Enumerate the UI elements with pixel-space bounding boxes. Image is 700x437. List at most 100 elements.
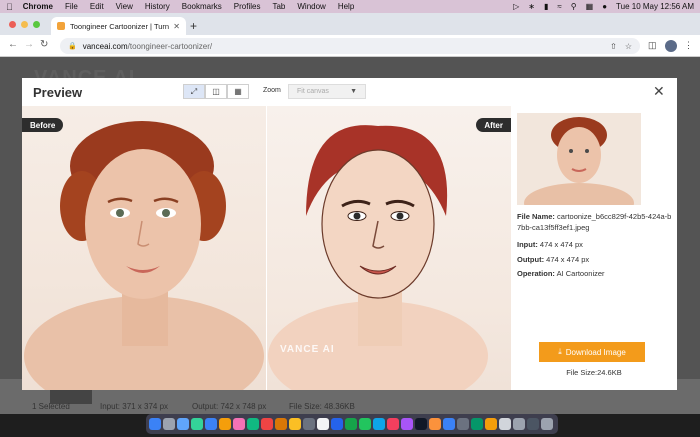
- trash-icon[interactable]: [541, 418, 553, 430]
- calendar-icon[interactable]: [261, 418, 273, 430]
- app-store-icon[interactable]: [443, 418, 455, 430]
- close-modal-icon[interactable]: ✕: [653, 83, 665, 100]
- url-field[interactable]: 🔒 vanceai.com/toongineer-cartoonizer/ ⇧ …: [60, 38, 640, 54]
- menu-bookmarks[interactable]: Bookmarks: [182, 2, 222, 11]
- sidebar-icon[interactable]: ◫: [648, 40, 657, 51]
- podcasts-icon[interactable]: [401, 418, 413, 430]
- menu-edit[interactable]: Edit: [90, 2, 104, 11]
- zoom-select[interactable]: Fit canvas ▼: [288, 84, 366, 99]
- chrome-icon[interactable]: [317, 418, 329, 430]
- reload-icon[interactable]: ↻: [40, 39, 48, 50]
- thumbnail-portrait: [524, 117, 634, 205]
- mail-icon[interactable]: [205, 418, 217, 430]
- menu-tab[interactable]: Tab: [272, 2, 285, 11]
- file-row-output: Output: 742 x 748 px: [192, 402, 267, 411]
- numbers-icon[interactable]: [471, 418, 483, 430]
- menu-history[interactable]: History: [145, 2, 170, 11]
- siri-icon[interactable]: ●: [602, 2, 607, 11]
- download-icon: ⤓: [558, 347, 562, 356]
- menu-datetime[interactable]: Tue 10 May 12:56 AM: [616, 2, 694, 11]
- grid-icon: ▦: [234, 87, 242, 96]
- dock: [146, 414, 558, 434]
- output-label: Output:: [517, 255, 545, 264]
- contacts-icon[interactable]: [275, 418, 287, 430]
- close-tab-icon[interactable]: ✕: [173, 22, 180, 31]
- notes-icon[interactable]: [289, 418, 301, 430]
- photos-icon[interactable]: [233, 418, 245, 430]
- before-image: [22, 106, 266, 390]
- zoom-window-icon[interactable]: [33, 21, 40, 28]
- expand-icon: ⤢: [190, 86, 198, 96]
- zoom-value: Fit canvas: [297, 88, 329, 95]
- file-size: File Size:24.6KB: [566, 368, 622, 377]
- volume-icon[interactable]: ▷: [513, 2, 519, 11]
- excel-icon[interactable]: [345, 418, 357, 430]
- watermark: VANCE AI: [280, 344, 335, 355]
- menu-view[interactable]: View: [116, 2, 133, 11]
- preview-icon[interactable]: [499, 418, 511, 430]
- comparison-viewer[interactable]: Before After VANCE AI: [22, 106, 511, 390]
- file-name-info: File Name: cartoonize_b6cc829f-42b5-424a…: [517, 211, 675, 233]
- battery-icon[interactable]: ▮: [544, 2, 548, 11]
- file-row-size: File Size: 48.36KB: [289, 402, 355, 411]
- preview-modal: Preview ⤢ ◫ ▦ Zoom Fit canvas ▼ ✕ Before…: [22, 78, 677, 390]
- finder-icon[interactable]: [149, 418, 161, 430]
- bookmark-star-icon[interactable]: ☆: [625, 42, 632, 51]
- profile-avatar[interactable]: [665, 40, 677, 52]
- more-menu-icon[interactable]: ⋮: [684, 40, 693, 51]
- menu-help[interactable]: Help: [338, 2, 354, 11]
- back-icon[interactable]: ←: [8, 39, 18, 50]
- launchpad-icon[interactable]: [163, 418, 175, 430]
- browser-tab[interactable]: Toongineer Cartoonizer | Turn I ✕: [51, 17, 186, 35]
- file-row-input: Input: 371 x 374 px: [100, 402, 169, 411]
- apple-icon[interactable]: : [6, 2, 13, 12]
- favicon-icon: [57, 22, 65, 30]
- input-label: Input:: [517, 240, 538, 249]
- control-center-icon[interactable]: ▦: [586, 2, 594, 11]
- download-image-button[interactable]: ⤓ Download Image: [539, 342, 645, 362]
- view-mode-group: ⤢ ◫ ▦: [183, 84, 249, 99]
- menu-app-name[interactable]: Chrome: [23, 2, 53, 11]
- operation-label: Operation:: [517, 269, 555, 278]
- modal-header: Preview ⤢ ◫ ▦ Zoom Fit canvas ▼ ✕: [22, 78, 677, 106]
- split-icon: ◫: [212, 87, 220, 96]
- side-by-side-view-button[interactable]: ▦: [227, 84, 249, 99]
- bluetooth-icon[interactable]: ∗: [528, 2, 535, 11]
- file-name-label: File Name:: [517, 212, 555, 221]
- operation-info: Operation: AI Cartoonizer: [517, 268, 605, 279]
- tv-icon[interactable]: [415, 418, 427, 430]
- safari-icon[interactable]: [177, 418, 189, 430]
- close-window-icon[interactable]: [9, 21, 16, 28]
- pages-icon[interactable]: [485, 418, 497, 430]
- lock-icon[interactable]: 🔒: [68, 42, 77, 50]
- mail-2-icon[interactable]: [373, 418, 385, 430]
- share-icon[interactable]: ⇧: [610, 42, 617, 51]
- textedit-icon[interactable]: [513, 418, 525, 430]
- books-icon[interactable]: [429, 418, 441, 430]
- menu-window[interactable]: Window: [297, 2, 325, 11]
- facetime-icon[interactable]: [247, 418, 259, 430]
- search-icon[interactable]: ⚲: [571, 2, 577, 11]
- word-icon[interactable]: [331, 418, 343, 430]
- messages-icon[interactable]: [191, 418, 203, 430]
- split-view-button[interactable]: ◫: [205, 84, 227, 99]
- fullscreen-view-button[interactable]: ⤢: [183, 84, 205, 99]
- facetime-2-icon[interactable]: [359, 418, 371, 430]
- zoom-label: Zoom: [263, 87, 281, 94]
- forward-icon[interactable]: →: [24, 39, 34, 50]
- system-preferences-icon[interactable]: [457, 418, 469, 430]
- music-icon[interactable]: [387, 418, 399, 430]
- menu-profiles[interactable]: Profiles: [234, 2, 261, 11]
- menu-file[interactable]: File: [65, 2, 78, 11]
- result-thumbnail: [517, 113, 641, 205]
- reminders-icon[interactable]: [303, 418, 315, 430]
- downloads-icon[interactable]: [527, 418, 539, 430]
- output-value: 474 x 474 px: [546, 255, 590, 264]
- output-info: Output: 474 x 474 px: [517, 254, 589, 265]
- new-tab-icon[interactable]: +: [190, 19, 197, 33]
- details-panel: File Name: cartoonize_b6cc829f-42b5-424a…: [511, 106, 677, 390]
- comparison-divider[interactable]: [266, 106, 267, 390]
- maps-icon[interactable]: [219, 418, 231, 430]
- minimize-window-icon[interactable]: [21, 21, 28, 28]
- wifi-icon[interactable]: ≈: [557, 2, 561, 11]
